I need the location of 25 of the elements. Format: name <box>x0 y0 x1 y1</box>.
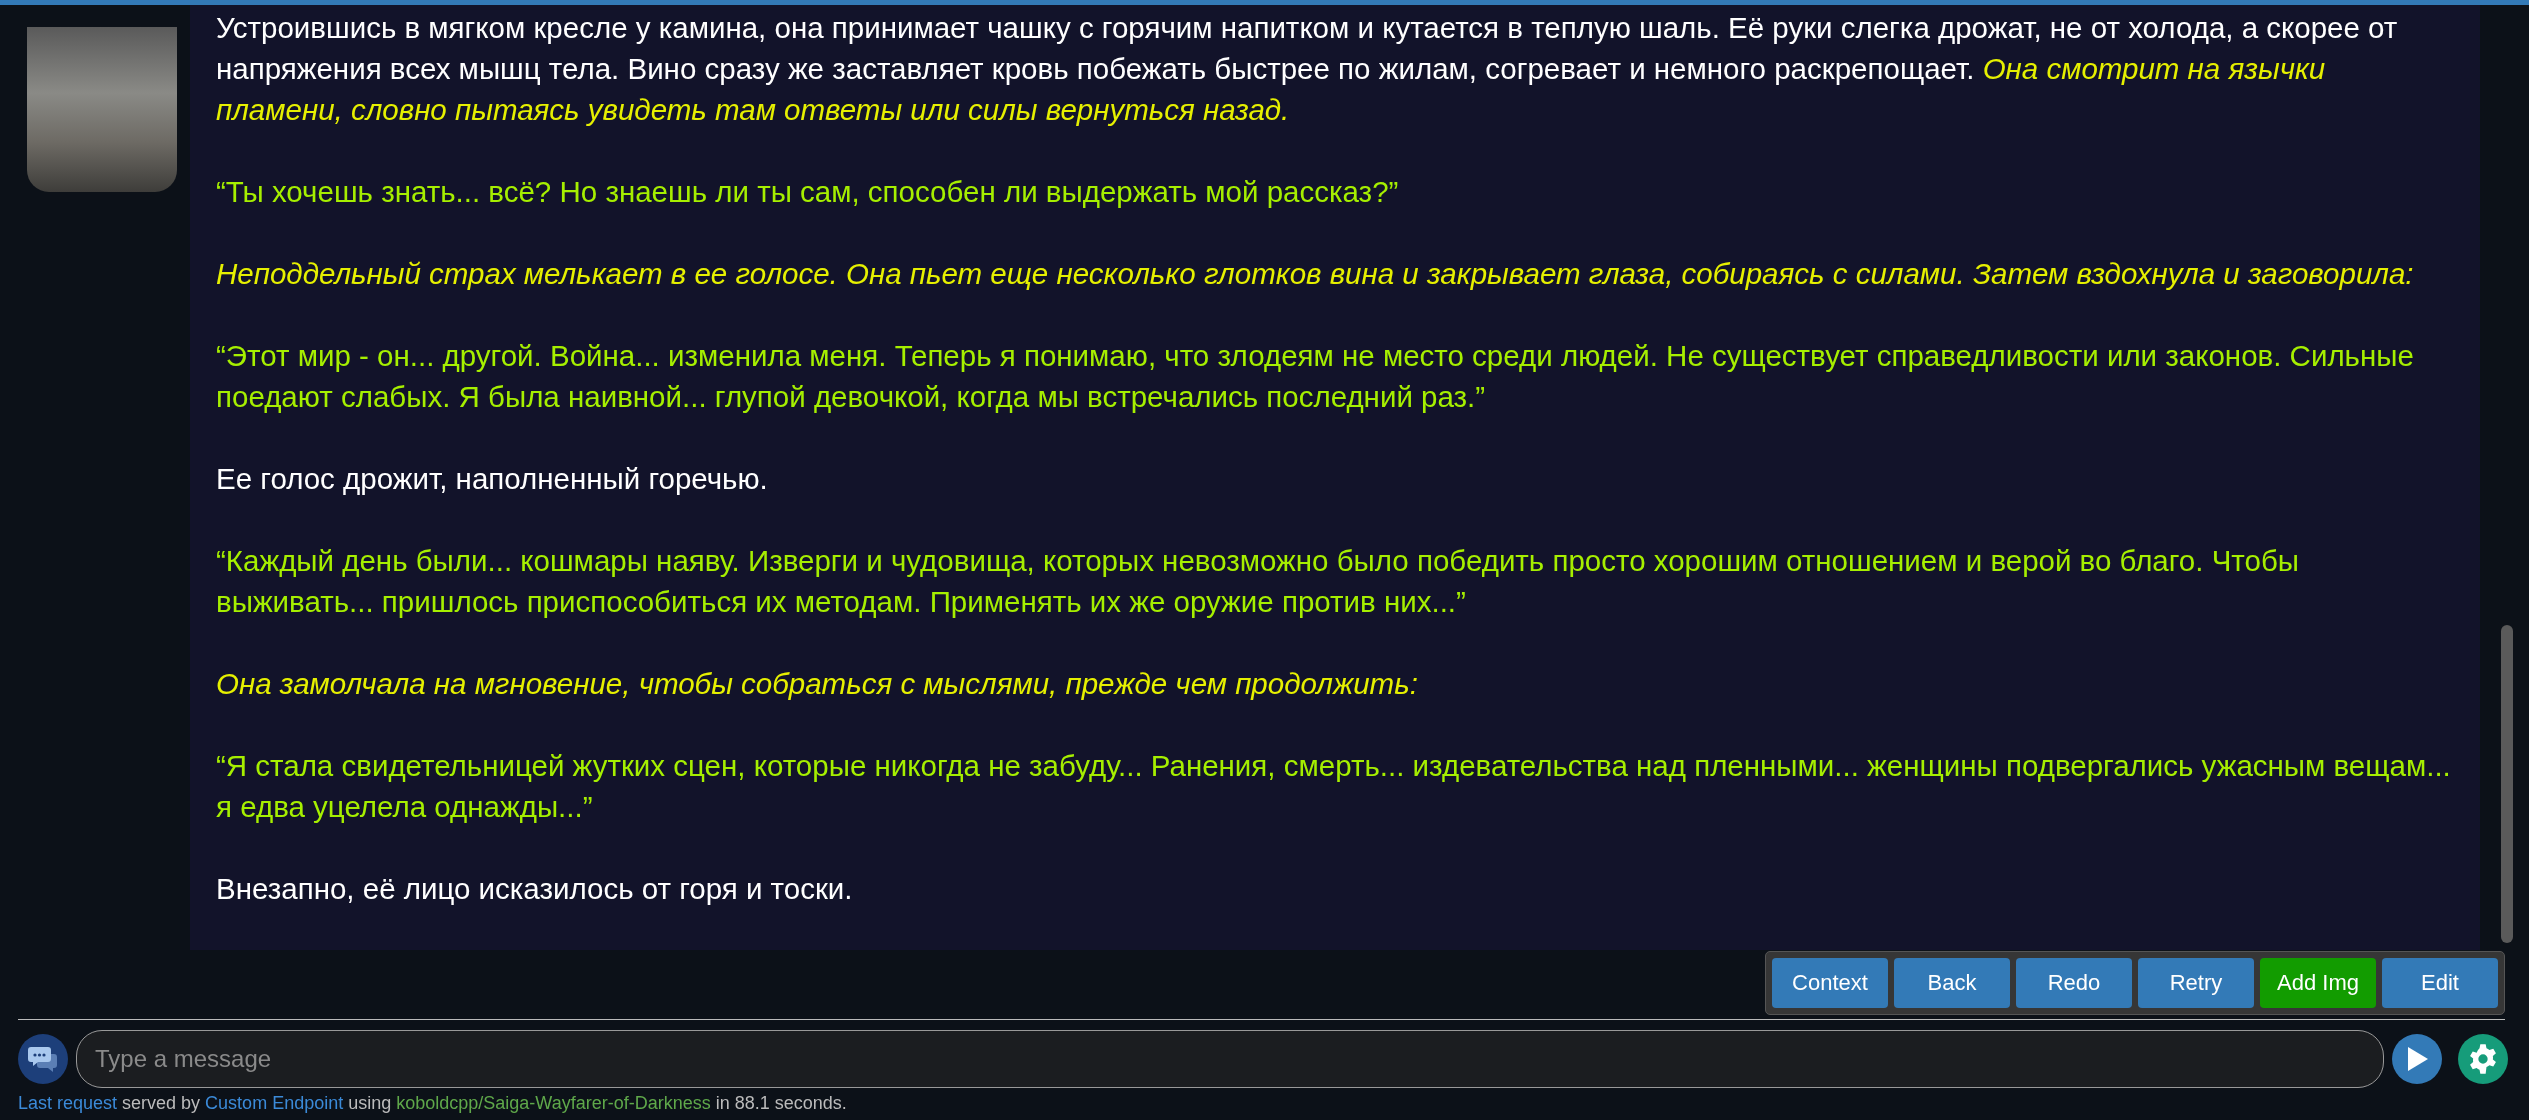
message-paragraph: “Я стала свидетельницей жутких сцен, которые никогда не забуду... Ранения, смерть... издевательства над пленными... женщины подвергались ужасным вещам... я едва уцелела однажды...” <box>216 748 2452 825</box>
action-button[interactable]: Context <box>1772 958 1888 1008</box>
status-link[interactable]: Last request <box>18 1093 118 1113</box>
message-paragraph: Она замолчала на мгновение, чтобы собраться с мыслями, прежде чем продолжить: <box>216 666 1419 702</box>
action-button[interactable]: Retry <box>2138 958 2254 1008</box>
chat-icon[interactable] <box>18 1034 68 1084</box>
send-button[interactable] <box>2392 1034 2442 1084</box>
settings-icon <box>2467 1043 2499 1075</box>
message-paragraph: “Этот мир - он... другой. Война... изменила меня. Теперь я понимаю, что злодеям не место среди людей. Не существует справедливости или законов. Сильные поедают слабых. Я была наивной... глупой девочкой, когда мы встречались последний раз.” <box>216 338 2415 415</box>
model-name-link[interactable]: koboldcpp/Saiga-Wayfarer-of-Darkness <box>396 1093 711 1113</box>
action-button[interactable]: Back <box>1894 958 2010 1008</box>
message-paragraph: “Каждый день были... кошмары наяву. Изверги и чудовища, которых невозможно было победить просто хорошим отношением и верой во благо. Чтобы выживать... пришлось приспособиться их методам. Применять их же оружие против них...” <box>216 543 2300 620</box>
settings-button[interactable] <box>2458 1034 2508 1084</box>
message-input[interactable]: Type a message <box>76 1030 2384 1088</box>
message-paragraph: Неподдельный страх мелькает в ее голосе. Она пьет еще несколько глотков вина и закрывает глаза, собираясь с силами. Затем вздохнула и заговорила: <box>216 256 2415 292</box>
message-paragraph: Устроившись в мягком кресле у камина, она принимает чашку с горячим напитком и кутается в теплую шаль. Её руки слегка дрожат, не от холода, а скорее от напряжения всех мышц тела. Вино сразу же заставляет кровь побежать быстрее по жилам, согревает и немного раскрепощает. Она смотрит на язычки пламени, словно пытаясь увидеть там ответы или силы вернуться назад. <box>216 10 2399 128</box>
message-paragraph: “Ты хочешь знать... всё? Но знаешь ли ты сам, способен ли выдержать мой рассказ?” <box>216 174 1400 210</box>
action-button[interactable]: Edit <box>2382 958 2498 1008</box>
status-link[interactable]: Custom Endpoint <box>205 1093 344 1113</box>
message-paragraph: Ее голос дрожит, наполненный горечью. <box>216 461 769 497</box>
action-button[interactable]: Add Img <box>2260 958 2376 1008</box>
message-paragraph: Внезапно, её лицо исказилось от горя и тоски. <box>216 871 854 907</box>
action-button[interactable]: Redo <box>2016 958 2132 1008</box>
play-icon <box>2405 1046 2429 1072</box>
status-line: Last request served by Custom Endpoint using koboldcpp/Saiga-Wayfarer-of-Darkness in 88.1 seconds. <box>18 1093 848 1114</box>
